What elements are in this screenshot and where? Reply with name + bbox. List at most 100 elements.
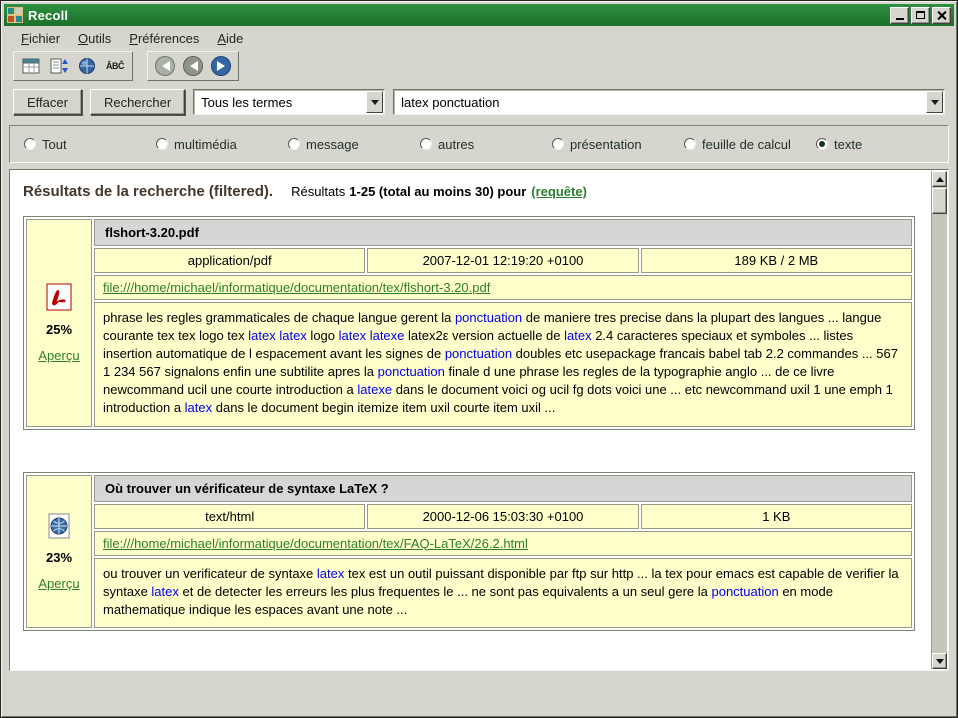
results-list: Résultats de la recherche (filtered). Rés… xyxy=(11,171,931,669)
preview-link[interactable]: Aperçu xyxy=(38,576,79,591)
toolbar: ÂBĈ xyxy=(4,50,954,82)
close-icon xyxy=(937,11,946,20)
query-input[interactable] xyxy=(401,90,924,114)
next-page-button[interactable] xyxy=(207,53,235,79)
toolbar-group-navigation xyxy=(147,51,239,81)
results-heading: Résultats de la recherche (filtered). Rés… xyxy=(23,183,923,200)
scrollbar-track[interactable] xyxy=(932,187,947,653)
sort-by-dates-icon xyxy=(50,58,68,74)
prev-page-icon xyxy=(183,56,203,76)
chevron-down-icon xyxy=(931,100,939,109)
query-combobox[interactable] xyxy=(393,89,945,115)
search-button[interactable]: Rechercher xyxy=(90,89,185,115)
radio-icon xyxy=(684,138,696,150)
doc-table-button[interactable] xyxy=(17,53,45,79)
html-file-icon xyxy=(46,513,72,539)
term-explorer-button[interactable]: ÂBĈ xyxy=(101,53,129,79)
result-size: 189 KB / 2 MB xyxy=(641,248,912,273)
search-mode-select[interactable]: Tous les termes xyxy=(193,89,385,115)
first-page-button[interactable] xyxy=(151,53,179,79)
results-count-prefix: Résultats xyxy=(291,184,345,199)
radio-icon xyxy=(816,138,828,150)
close-button[interactable] xyxy=(932,7,951,24)
result-snippet: phrase les regles grammaticales de chaqu… xyxy=(94,302,912,427)
results-heading-title: Résultats de la recherche (filtered). xyxy=(23,183,273,200)
results-area: Résultats de la recherche (filtered). Rés… xyxy=(9,169,949,671)
radio-label: texte xyxy=(834,137,862,152)
result-date: 2000-12-06 15:03:30 +0100 xyxy=(367,504,638,529)
radio-label: autres xyxy=(438,137,474,152)
result-mimetype: application/pdf xyxy=(94,248,365,273)
arrow-up-icon xyxy=(936,173,944,182)
result-detail-column: Où trouver un vérificateur de syntaxe La… xyxy=(94,475,912,629)
results-count-detail: 1-25 (total au moins 30) pour xyxy=(349,184,526,199)
pdf-file-icon xyxy=(46,283,72,311)
result-date: 2007-12-01 12:19:20 +0100 xyxy=(367,248,638,273)
result-url-link[interactable]: file:///home/michael/informatique/docume… xyxy=(103,536,528,551)
radio-icon xyxy=(552,138,564,150)
result-url-link[interactable]: file:///home/michael/informatique/docume… xyxy=(103,280,490,295)
first-page-icon xyxy=(155,56,175,76)
chevron-down-icon xyxy=(371,100,379,109)
result-url-row: file:///home/michael/informatique/docume… xyxy=(94,531,912,556)
menu-outils[interactable]: Outils xyxy=(69,29,120,48)
clear-button[interactable]: Effacer xyxy=(13,89,82,115)
category-radio-multimedia[interactable]: multimédia xyxy=(156,137,288,152)
titlebar[interactable]: Recoll xyxy=(4,4,954,26)
result-left-column: 23% Aperçu xyxy=(26,475,92,629)
result-title: flshort-3.20.pdf xyxy=(94,219,912,246)
status-bar xyxy=(1,673,957,717)
search-mode-dropdown-arrow[interactable] xyxy=(366,91,383,113)
scroll-down-button[interactable] xyxy=(932,653,947,669)
preview-link[interactable]: Aperçu xyxy=(38,348,79,363)
toolbar-group-tools: ÂBĈ xyxy=(13,51,133,81)
app-icon xyxy=(7,7,23,23)
next-page-icon xyxy=(211,56,231,76)
radio-icon xyxy=(288,138,300,150)
result-size: 1 KB xyxy=(641,504,912,529)
menu-fichier[interactable]: Fichier xyxy=(12,29,69,48)
globe-button[interactable] xyxy=(73,53,101,79)
category-radio-autres[interactable]: autres xyxy=(420,137,552,152)
scroll-up-button[interactable] xyxy=(932,171,947,187)
relevance-percent: 25% xyxy=(46,322,72,337)
globe-icon xyxy=(78,57,96,75)
radio-icon xyxy=(156,138,168,150)
category-radio-presentation[interactable]: présentation xyxy=(552,137,684,152)
radio-label: message xyxy=(306,137,359,152)
result-title: Où trouver un vérificateur de syntaxe La… xyxy=(94,475,912,502)
radio-icon xyxy=(24,138,36,150)
table-icon xyxy=(22,58,40,74)
category-radio-texte[interactable]: texte xyxy=(816,137,862,152)
maximize-icon xyxy=(916,11,925,19)
menubar: Fichier Outils Préférences Aide xyxy=(4,27,954,49)
radio-label: feuille de calcul xyxy=(702,137,791,152)
result-left-column: 25% Aperçu xyxy=(26,219,92,427)
radio-label: multimédia xyxy=(174,137,237,152)
scrollbar-thumb[interactable] xyxy=(932,188,947,214)
menu-aide[interactable]: Aide xyxy=(208,29,252,48)
radio-label: présentation xyxy=(570,137,642,152)
result-url-row: file:///home/michael/informatique/docume… xyxy=(94,275,912,300)
term-explorer-icon: ÂBĈ xyxy=(106,61,124,71)
category-filter-bar: Tout multimédia message autres présentat… xyxy=(9,125,949,163)
category-radio-feuille-de-calcul[interactable]: feuille de calcul xyxy=(684,137,816,152)
category-radio-tout[interactable]: Tout xyxy=(24,137,156,152)
query-dropdown-arrow[interactable] xyxy=(926,91,943,113)
query-details-link[interactable]: (requête) xyxy=(531,184,587,199)
sort-by-dates-button[interactable] xyxy=(45,53,73,79)
recoll-window: Recoll Fichier Outils Préférences Aide xyxy=(0,0,958,718)
results-scrollbar[interactable] xyxy=(931,171,947,669)
minimize-icon xyxy=(896,18,904,20)
result-entry: 25% Aperçu flshort-3.20.pdf application/… xyxy=(23,216,915,430)
minimize-button[interactable] xyxy=(890,7,909,24)
prev-page-button[interactable] xyxy=(179,53,207,79)
result-mimetype: text/html xyxy=(94,504,365,529)
category-radio-message[interactable]: message xyxy=(288,137,420,152)
maximize-button[interactable] xyxy=(911,7,930,24)
radio-label: Tout xyxy=(42,137,67,152)
relevance-percent: 23% xyxy=(46,550,72,565)
menu-preferences[interactable]: Préférences xyxy=(120,29,208,48)
result-snippet: ou trouver un verificateur de syntaxe la… xyxy=(94,558,912,629)
search-bar: Effacer Rechercher Tous les termes xyxy=(13,89,945,116)
